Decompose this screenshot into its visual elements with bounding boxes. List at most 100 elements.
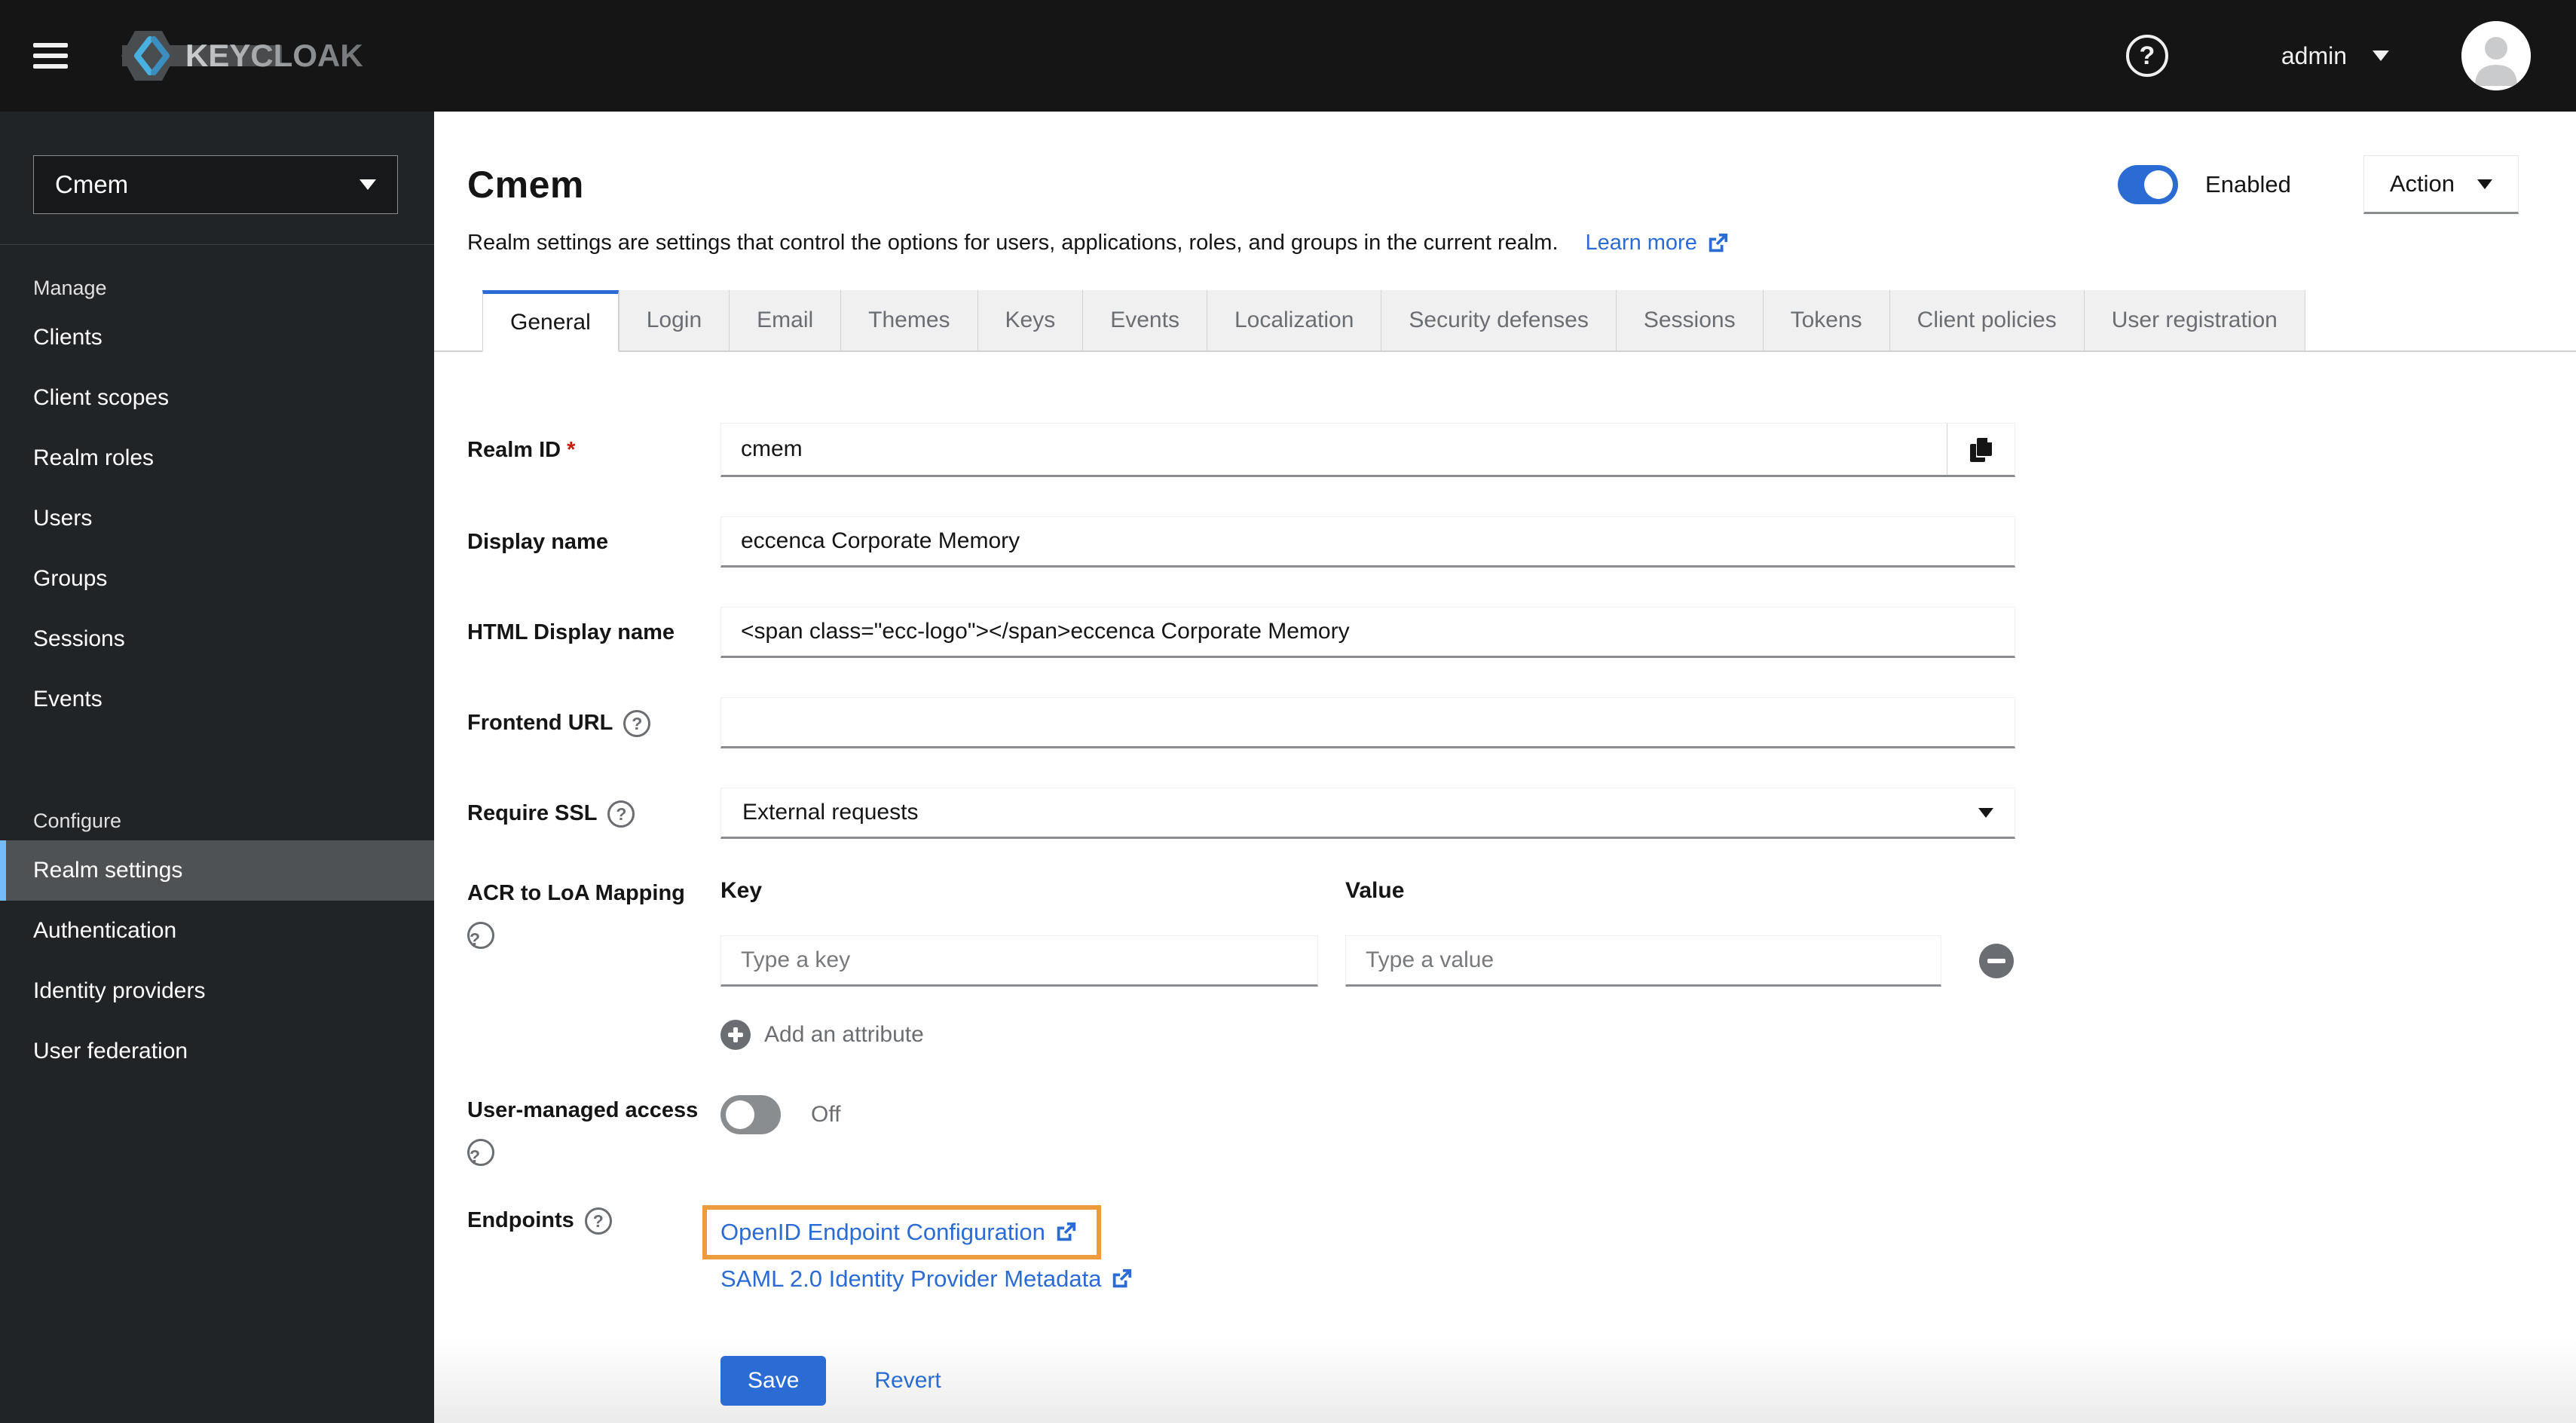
frontend-url-input[interactable] [720, 697, 2015, 748]
key-column-header: Key [720, 878, 763, 903]
realm-enabled-toggle[interactable] [2118, 165, 2179, 204]
realm-settings-tabs: General Login Email Themes Keys Events L… [434, 290, 2576, 352]
copy-icon [1969, 438, 1992, 462]
external-link-icon [1709, 233, 1727, 252]
user-managed-access-toggle[interactable] [720, 1095, 781, 1134]
copy-button[interactable] [1947, 424, 2015, 475]
tab-login[interactable]: Login [618, 290, 730, 350]
page-title: Cmem [467, 164, 584, 206]
sidebar-item-authentication[interactable]: Authentication [0, 901, 434, 961]
general-settings-form: Realm ID * cmem Display name eccenca Cor… [434, 352, 2576, 1293]
annotation-highlight-box: OpenID Endpoint Configuration [702, 1205, 1101, 1259]
sidebar-item-groups[interactable]: Groups [0, 549, 434, 609]
tab-sessions[interactable]: Sessions [1616, 290, 1764, 350]
header-controls: Enabled Action [2118, 155, 2519, 214]
html-display-name-label: HTML Display name [467, 620, 675, 644]
sidebar-item-identity-providers[interactable]: Identity providers [0, 961, 434, 1021]
save-button[interactable]: Save [720, 1356, 827, 1406]
masthead: KEYCLOAK ? admin [0, 0, 2576, 112]
main-content: Cmem Enabled Action Realm settings are s… [434, 112, 2576, 1423]
chevron-down-icon [1978, 807, 1993, 818]
nav-section-label: Configure [33, 809, 122, 832]
realm-selector[interactable]: Cmem [33, 155, 398, 214]
html-display-name-input[interactable] [720, 607, 2015, 658]
username: admin [2281, 41, 2347, 69]
user-menu[interactable]: admin [2281, 42, 2389, 70]
sidebar-item-sessions[interactable]: Sessions [0, 609, 434, 669]
value-column-header: Value [1345, 878, 1405, 903]
nav-section-label: Manage [33, 277, 107, 299]
sidebar-item-realm-settings[interactable]: Realm settings [0, 840, 434, 901]
help-icon[interactable]: ? [467, 1139, 494, 1166]
chevron-down-icon [359, 179, 376, 190]
acr-key-input[interactable] [720, 935, 1318, 987]
sidebar-item-realm-roles[interactable]: Realm roles [0, 428, 434, 488]
nav-toggle-icon[interactable] [33, 43, 68, 69]
tab-tokens[interactable]: Tokens [1763, 290, 1890, 350]
realm-id-row: Realm ID * [467, 423, 2576, 477]
saml-metadata-link[interactable]: SAML 2.0 Identity Provider Metadata [720, 1265, 1133, 1293]
chevron-down-icon [2373, 50, 2389, 61]
nav-section-configure: Configure Realm settings Authentication … [0, 778, 434, 1082]
sidebar-item-user-federation[interactable]: User federation [0, 1021, 434, 1082]
sidebar-item-events[interactable]: Events [0, 669, 434, 730]
tab-client-policies[interactable]: Client policies [1889, 290, 2085, 350]
display-name-input[interactable] [720, 516, 2015, 568]
toggle-state-label: Off [811, 1102, 841, 1127]
masthead-right: ? admin [2125, 21, 2531, 90]
require-ssl-row: Require SSL? External requests [467, 788, 2576, 839]
help-icon[interactable]: ? [467, 922, 494, 949]
user-managed-access-label: User-managed access ? [467, 1098, 699, 1166]
html-display-name-row: HTML Display name [467, 607, 2576, 658]
require-ssl-select[interactable]: External requests [720, 788, 2015, 839]
acr-value-input[interactable] [1345, 935, 1941, 987]
keycloak-admin-console: KEYCLOAK ? admin Cmem Manage Clients Cli… [0, 0, 2576, 1423]
tab-general[interactable]: General [482, 290, 619, 352]
sidebar-item-client-scopes[interactable]: Client scopes [0, 368, 434, 428]
tab-localization[interactable]: Localization [1207, 290, 1382, 350]
avatar[interactable] [2461, 21, 2531, 90]
endpoints-label: Endpoints? [467, 1205, 720, 1235]
tab-events[interactable]: Events [1083, 290, 1207, 350]
keycloak-logo: KEYCLOAK [116, 27, 365, 84]
page-header: Cmem Enabled Action Realm settings are s… [434, 112, 2576, 256]
add-attribute-button[interactable]: Add an attribute [720, 1020, 924, 1050]
openid-endpoint-configuration-link[interactable]: OpenID Endpoint Configuration [720, 1219, 1077, 1246]
external-link-icon [1057, 1222, 1075, 1241]
sidebar-item-users[interactable]: Users [0, 488, 434, 549]
frontend-url-label: Frontend URL? [467, 708, 720, 738]
realm-selector-section: Cmem [0, 112, 434, 245]
sidebar: Cmem Manage Clients Client scopes Realm … [0, 112, 434, 1423]
require-ssl-value: External requests [742, 800, 919, 825]
endpoints-row: Endpoints? OpenID Endpoint Configuration [467, 1205, 2576, 1293]
display-name-row: Display name [467, 516, 2576, 568]
page-description: Realm settings are settings that control… [467, 231, 1559, 255]
sidebar-item-clients[interactable]: Clients [0, 308, 434, 368]
user-managed-access-row: User-managed access ? Off [467, 1095, 2576, 1166]
tab-themes[interactable]: Themes [841, 290, 978, 350]
learn-more-link[interactable]: Learn more [1586, 231, 1729, 256]
required-marker: * [567, 438, 576, 462]
help-icon[interactable]: ? [584, 1207, 612, 1235]
realm-id-input[interactable] [721, 424, 1947, 475]
acr-loa-label: ACR to LoA Mapping ? [467, 881, 685, 949]
tab-user-registration[interactable]: User registration [2084, 290, 2305, 350]
revert-link[interactable]: Revert [874, 1368, 941, 1394]
enabled-label: Enabled [2205, 171, 2291, 197]
form-action-bar: Save Revert [434, 1339, 2576, 1423]
nav-section-manage: Manage Clients Client scopes Realm roles… [0, 245, 434, 730]
plus-circle-icon [720, 1020, 751, 1050]
tab-email[interactable]: Email [730, 290, 842, 350]
frontend-url-row: Frontend URL? [467, 697, 2576, 748]
tab-security-defenses[interactable]: Security defenses [1381, 290, 1617, 350]
help-icon[interactable]: ? [623, 710, 651, 738]
action-dropdown[interactable]: Action [2363, 155, 2519, 214]
help-icon[interactable]: ? [2125, 35, 2168, 77]
tab-keys[interactable]: Keys [977, 290, 1084, 350]
remove-attribute-icon[interactable] [1979, 944, 2014, 978]
help-icon[interactable]: ? [607, 800, 635, 828]
acr-loa-row: ACR to LoA Mapping ? Key Value Type a ke… [467, 878, 2576, 1056]
chevron-down-icon [2477, 179, 2492, 189]
require-ssl-label: Require SSL? [467, 798, 720, 828]
realm-id-label: Realm ID * [467, 438, 576, 462]
